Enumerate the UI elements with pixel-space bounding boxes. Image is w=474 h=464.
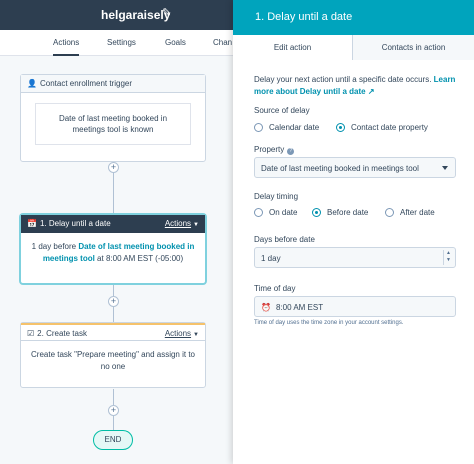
chevron-down-icon: ▼ [193, 332, 199, 338]
calendar-icon: 📅 [27, 219, 37, 228]
delay-actions-menu[interactable]: Actions ▼ [165, 219, 199, 228]
panel-header: 1. Delay until a date [233, 0, 474, 35]
end-node: END [93, 430, 133, 450]
radio-after-date[interactable]: After date [385, 207, 455, 219]
enrollment-trigger-card[interactable]: 👤 Contact enrollment trigger Date of last… [20, 74, 206, 162]
property-label: Property? [254, 145, 295, 155]
time-of-day-input[interactable]: ⏰ 8:00 AM EST [254, 296, 456, 317]
delay-body-prefix: 1 day before [31, 242, 79, 251]
task-icon: ☑ [27, 329, 35, 338]
radio-button[interactable] [254, 208, 263, 217]
panel-description: Delay your next action until a specific … [254, 75, 456, 96]
help-icon[interactable]: ? [287, 148, 295, 155]
create-task-card[interactable]: ☑ 2. Create task Actions ▼ Create task "Pr… [20, 322, 206, 388]
task-step-body: Create task "Prepare meeting" and assign… [31, 350, 195, 371]
tab-edit-action[interactable]: Edit action [233, 35, 353, 60]
radio-calendar-date[interactable]: Calendar date [254, 122, 334, 134]
tab-actions[interactable]: Actions [53, 38, 80, 56]
days-before-input[interactable]: 1 day ▲ ▼ [254, 247, 456, 268]
tab-settings[interactable]: Settings [107, 38, 136, 47]
add-action-button[interactable]: + [108, 405, 119, 416]
trigger-card-header: 👤 Contact enrollment trigger [21, 75, 205, 93]
delay-body-suffix: at 8:00 AM EST (-05:00) [94, 254, 184, 263]
delay-step-card[interactable]: 📅 1. Delay until a date Actions ▼ 1 day be… [20, 214, 206, 284]
trigger-title: Contact enrollment trigger [39, 79, 133, 88]
pencil-icon[interactable]: ✎ [162, 6, 171, 19]
radio-button[interactable] [385, 208, 394, 217]
chevron-down-icon [442, 166, 448, 170]
panel-tabs: Edit action Contacts in action [233, 35, 474, 60]
radio-button[interactable] [312, 208, 321, 217]
chevron-down-icon: ▼ [193, 222, 199, 228]
edit-action-panel: 1. Delay until a date Edit action Contac… [233, 0, 474, 464]
tab-contacts-in-action[interactable]: Contacts in action [353, 35, 474, 60]
delay-step-body: 1 day before Date of last meeting booked… [21, 233, 205, 273]
radio-button[interactable] [254, 123, 263, 132]
radio-before-date[interactable]: Before date [312, 207, 382, 219]
source-of-delay-label: Source of delay [254, 106, 310, 115]
task-step-title: 2. Create task [37, 329, 87, 338]
chevron-up-icon: ▲ [446, 250, 451, 256]
tab-goals[interactable]: Goals [165, 38, 186, 47]
task-actions-menu[interactable]: Actions ▼ [165, 329, 199, 338]
workflow-topbar: helgaraisely ✎ [0, 0, 240, 30]
tab-channels[interactable]: Chan [213, 38, 232, 47]
radio-contact-date-property[interactable]: Contact date property [336, 122, 466, 134]
delay-step-title: 1. Delay until a date [39, 219, 111, 228]
add-action-button[interactable]: + [108, 162, 119, 173]
workflow-canvas: 👤 Contact enrollment trigger Date of last… [0, 56, 240, 464]
person-icon: 👤 [27, 79, 37, 88]
clock-icon: ⏰ [261, 303, 271, 312]
radio-on-date[interactable]: On date [254, 207, 309, 219]
time-of-day-label: Time of day [254, 284, 296, 293]
delay-card-header: 📅 1. Delay until a date Actions ▼ [21, 215, 205, 233]
number-stepper[interactable]: ▲ ▼ [443, 250, 453, 265]
trigger-criteria-suffix: is known [120, 125, 154, 134]
chevron-down-icon: ▼ [446, 257, 451, 263]
time-of-day-hint: Time of day uses the time zone in your a… [254, 320, 404, 326]
task-card-header: ☑ 2. Create task Actions ▼ [21, 323, 205, 341]
delay-timing-label: Delay timing [254, 192, 299, 201]
panel-title: 1. Delay until a date [255, 11, 353, 23]
property-select[interactable]: Date of last meeting booked in meetings … [254, 157, 456, 178]
workflow-name[interactable]: helgaraisely [101, 8, 170, 22]
workflow-tabs: Actions Settings Goals Chan [0, 30, 240, 56]
days-before-date-label: Days before date [254, 235, 315, 244]
external-link-icon: ↗ [367, 87, 375, 96]
add-action-button[interactable]: + [108, 296, 119, 307]
radio-button[interactable] [336, 123, 345, 132]
trigger-criteria-box[interactable]: Date of last meeting booked in meetings … [35, 103, 191, 145]
